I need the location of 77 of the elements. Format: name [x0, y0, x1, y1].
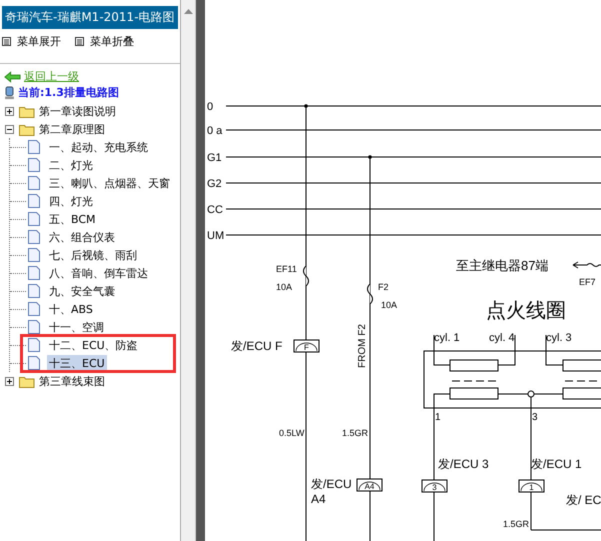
tree-item[interactable]: 五、BCM: [47, 210, 98, 228]
tree-item[interactable]: 九、安全气囊: [47, 282, 117, 300]
connector-symbol: F: [294, 340, 320, 352]
document-icon: [28, 248, 40, 262]
fuse-rating: 10A: [381, 300, 398, 310]
connector-label: 发/ECU F: [231, 339, 282, 353]
fuse-label: EF7: [579, 277, 596, 287]
expander-icon[interactable]: [5, 124, 14, 134]
connector-label: 发/ EC: [566, 493, 601, 507]
document-icon: [28, 284, 40, 298]
tree-item[interactable]: 三、喇叭、点烟器、天窗: [47, 174, 172, 192]
tree-item[interactable]: 十三、ECU: [47, 354, 107, 372]
bus-label: UM: [207, 230, 224, 242]
terminal-label: 3: [532, 412, 538, 423]
menu-action[interactable]: 菜单折叠: [75, 34, 134, 49]
tree-item[interactable]: 第三章线束图: [39, 374, 105, 388]
cylinder-label: cyl. 4: [489, 332, 515, 344]
folder-icon: [19, 122, 35, 136]
scroll-up-icon[interactable]: [184, 9, 192, 14]
tree-item[interactable]: 四、灯光: [47, 192, 95, 210]
document-icon: [28, 176, 40, 190]
fuse-label: F2: [378, 282, 389, 292]
connector-label: A4: [311, 492, 326, 506]
back-link[interactable]: 返回上一级: [24, 69, 79, 84]
connector-label: 发/ECU 3: [438, 457, 489, 471]
tree-item[interactable]: 八、音响、倒车雷达: [47, 264, 150, 282]
relay-note: 至主继电器87端: [456, 258, 548, 273]
tree-item[interactable]: 六、组合仪表: [47, 228, 117, 246]
bus-label: 0 a: [207, 125, 222, 137]
tree-item[interactable]: 第二章原理图: [39, 122, 105, 136]
current-page-label: 当前:1.3排量电路图: [18, 85, 119, 100]
document-icon: [28, 194, 40, 208]
document-icon: [28, 356, 40, 370]
tree-item[interactable]: 十一、空调: [47, 318, 106, 336]
fuse-rating: 10A: [276, 282, 292, 292]
fuse-arrow-icon: [572, 262, 601, 268]
document-icon: [28, 230, 40, 244]
coil-title: 点火线圈: [486, 300, 566, 322]
tree-item[interactable]: 七、后视镜、雨刮: [47, 246, 139, 264]
document-icon: [28, 320, 40, 334]
folder-icon: [19, 374, 35, 388]
connector-label: 发/ECU 1: [531, 457, 582, 471]
list-icon: [75, 37, 84, 46]
connector-symbol: A4: [356, 478, 382, 492]
bus-label: CC: [207, 204, 223, 216]
document-icon: [28, 266, 40, 280]
feed-label: FROM F2: [357, 324, 368, 368]
folder-icon: [19, 104, 35, 118]
document-icon: [28, 140, 40, 154]
tree-item[interactable]: 十、ABS: [47, 300, 95, 318]
fuse-label: EF11: [276, 264, 297, 274]
cylinder-label: cyl. 3: [546, 332, 572, 344]
tree-item[interactable]: 二、灯光: [47, 156, 95, 174]
back-arrow-icon: [4, 70, 21, 82]
sidebar-title: 奇瑞汽车-瑞麒M1-2011-电路图: [2, 6, 178, 29]
tree-item[interactable]: 第一章读图说明: [39, 104, 116, 118]
bus-label: G1: [207, 152, 222, 164]
menu-action[interactable]: 菜单展开: [2, 34, 61, 49]
connector-symbol: 1: [518, 480, 544, 492]
document-icon: [28, 338, 40, 352]
computer-icon: [4, 86, 15, 100]
document-icon: [28, 158, 40, 172]
connector-label: 发/ECU: [311, 477, 352, 491]
connector-symbol: 3: [422, 480, 448, 492]
document-icon: [28, 212, 40, 226]
wire-label: 0.5LW: [279, 428, 304, 438]
expander-icon[interactable]: [5, 106, 14, 116]
wire-label: 1.5GR: [503, 519, 530, 529]
bus-label: G2: [207, 178, 222, 190]
bus-label: 0: [207, 101, 214, 113]
tree-item[interactable]: 十二、ECU、防盗: [47, 336, 140, 354]
terminal-label: 1: [435, 412, 441, 423]
cylinder-label: cyl. 1: [434, 332, 460, 344]
expander-icon[interactable]: [5, 376, 14, 386]
tree-item[interactable]: 一、起动、充电系统: [47, 138, 150, 156]
wire-label: 1.5GR: [342, 428, 368, 438]
document-icon: [28, 302, 40, 316]
